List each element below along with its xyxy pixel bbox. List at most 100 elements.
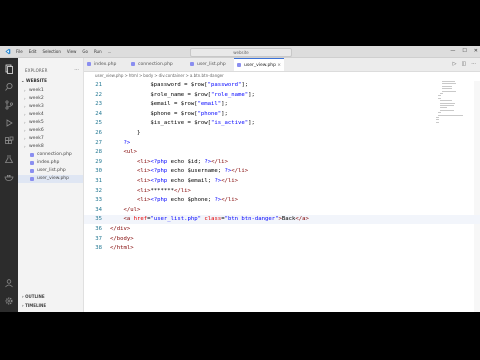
line-number: 37 bbox=[95, 235, 102, 242]
folder-item[interactable]: › week7 bbox=[18, 135, 83, 143]
code-text: <a href="user_list.php" class="btn btn-d… bbox=[123, 216, 309, 223]
code-text: $password = $row["password"]; bbox=[110, 82, 249, 88]
menu-item-6[interactable]: ... bbox=[108, 46, 112, 57]
more-actions-icon[interactable]: ··· bbox=[471, 58, 476, 71]
breadcrumb-item[interactable]: a.btn.btn-danger bbox=[190, 73, 224, 78]
line-number: 31 bbox=[95, 178, 102, 184]
maximize-icon[interactable]: ☐ bbox=[462, 46, 466, 57]
line-number: 29 bbox=[95, 158, 102, 165]
file-tree-label: week7 bbox=[29, 136, 44, 141]
manage-gear-icon[interactable] bbox=[4, 296, 14, 306]
line-number: 28 bbox=[95, 149, 102, 156]
file-item[interactable]: connection.php bbox=[18, 151, 83, 159]
chevron-right-icon: › bbox=[24, 120, 26, 125]
file-tree-label: index.php bbox=[37, 160, 60, 165]
line-number: 32 bbox=[95, 187, 102, 194]
file-tree-label: user_list.php bbox=[37, 168, 66, 173]
line-number: 26 bbox=[95, 130, 102, 136]
line-number: 34 bbox=[95, 206, 102, 213]
line-number: 27 bbox=[95, 139, 102, 146]
file-tree-label: week2 bbox=[29, 96, 44, 101]
breadcrumb-item[interactable]: user_view.php bbox=[95, 73, 123, 78]
tab-connection-php[interactable]: connection.php bbox=[128, 58, 187, 71]
tab-user-view-php[interactable]: user_view.php × bbox=[234, 58, 284, 71]
menu-item-4[interactable]: Go bbox=[82, 46, 88, 57]
line-number: 23 bbox=[95, 101, 102, 108]
menu-item-3[interactable]: View bbox=[67, 46, 77, 57]
folder-item[interactable]: › week5 bbox=[18, 119, 83, 127]
command-center-label: website bbox=[233, 50, 249, 55]
code-line: 28 <ul> bbox=[84, 148, 480, 157]
breadcrumb-item[interactable]: div.container bbox=[159, 73, 185, 78]
folder-item[interactable]: › week2 bbox=[18, 95, 83, 103]
code-editor[interactable]: 21 $password = $row["password"]; 22 $role… bbox=[84, 81, 480, 312]
code-line: 30 <li><?php echo $username; ?></li> bbox=[84, 167, 480, 176]
code-line: 24 $phone = $row["phone"]; bbox=[84, 110, 480, 119]
tab-label: connection.php bbox=[138, 62, 173, 67]
breadcrumb: user_view.php>html>body>div.container>a.… bbox=[84, 72, 480, 80]
php-file-icon bbox=[190, 62, 194, 66]
tab-label: user_list.php bbox=[197, 62, 226, 67]
code-line: 22 $role_name = $row["role_name"]; bbox=[84, 91, 480, 100]
file-tree-label: week3 bbox=[29, 104, 44, 109]
source-control-icon[interactable] bbox=[4, 100, 14, 110]
timeline-section-header[interactable]: › TIMELINE bbox=[22, 303, 46, 308]
close-icon[interactable]: ✕ bbox=[474, 46, 478, 57]
code-text: </html> bbox=[110, 245, 134, 252]
breadcrumb-separator: > bbox=[185, 73, 189, 78]
tab-user-list-php[interactable]: user_list.php bbox=[187, 58, 234, 71]
folder-item[interactable]: › week4 bbox=[18, 111, 83, 119]
search-icon[interactable] bbox=[4, 82, 14, 92]
menu-item-5[interactable]: Run bbox=[94, 46, 102, 57]
file-item[interactable]: user_list.php bbox=[18, 167, 83, 175]
php-file-icon bbox=[237, 63, 241, 67]
breadcrumb-separator: > bbox=[124, 73, 128, 78]
tab-index-php[interactable]: index.php bbox=[84, 58, 128, 71]
code-text: </div> bbox=[110, 226, 131, 232]
testing-icon[interactable] bbox=[4, 154, 14, 164]
menu-item-2[interactable]: Selection bbox=[42, 46, 60, 57]
breadcrumb-separator: > bbox=[138, 73, 143, 78]
code-text: $phone = $row["phone"]; bbox=[110, 110, 228, 117]
workspace-section-header[interactable]: ⌄ WEBSITE bbox=[21, 78, 47, 83]
php-file-icon bbox=[131, 62, 135, 66]
account-icon[interactable] bbox=[4, 278, 14, 288]
explorer-files-icon[interactable] bbox=[4, 64, 14, 74]
minimize-icon[interactable]: — bbox=[450, 46, 455, 57]
editor-actions: ▷ ◫ ··· bbox=[453, 58, 476, 71]
run-file-icon[interactable]: ▷ bbox=[453, 58, 457, 71]
extensions-icon[interactable] bbox=[4, 136, 14, 146]
code-text: ?> bbox=[123, 139, 131, 146]
breadcrumb-item[interactable]: body bbox=[143, 73, 153, 78]
code-line: 25 $is_active = $row["is_active"]; bbox=[84, 119, 480, 128]
vscode-window: File Edit Selection View Go Run... website — ☐… bbox=[0, 46, 480, 312]
chevron-down-icon: ⌄ bbox=[21, 78, 25, 83]
php-file-icon bbox=[30, 153, 34, 157]
folder-item[interactable]: › week3 bbox=[18, 103, 83, 111]
code-text: <li><?php echo $username; ?></li> bbox=[136, 168, 249, 175]
menu-item-1[interactable]: Edit bbox=[29, 46, 37, 57]
chevron-right-icon: › bbox=[22, 294, 24, 299]
file-item[interactable]: index.php bbox=[18, 159, 83, 167]
workspace-name: WEBSITE bbox=[25, 78, 47, 83]
breadcrumb-item[interactable]: html bbox=[129, 73, 138, 78]
chevron-right-icon: › bbox=[24, 136, 26, 141]
chevron-right-icon: › bbox=[24, 96, 26, 101]
file-item[interactable]: user_view.php bbox=[18, 175, 83, 183]
line-number: 33 bbox=[95, 197, 102, 204]
folder-item[interactable]: › week8 bbox=[18, 143, 83, 151]
menu-item-0[interactable]: File bbox=[16, 46, 23, 57]
line-number: 36 bbox=[95, 226, 102, 232]
close-tab-icon[interactable]: × bbox=[277, 59, 281, 72]
line-number: 30 bbox=[95, 168, 102, 175]
title-bar: File Edit Selection View Go Run... website — ☐… bbox=[0, 46, 480, 58]
docker-icon[interactable] bbox=[4, 172, 14, 182]
more-actions-icon[interactable]: ··· bbox=[74, 67, 79, 73]
run-debug-icon[interactable] bbox=[4, 118, 14, 128]
folder-item[interactable]: › week1 bbox=[18, 87, 83, 95]
folder-item[interactable]: › week6 bbox=[18, 127, 83, 135]
outline-section-header[interactable]: › OUTLINE bbox=[22, 294, 45, 299]
command-center-search[interactable]: website bbox=[190, 48, 292, 57]
code-line: 33 <li><?php echo $phone; ?></li> bbox=[84, 196, 480, 205]
split-editor-icon[interactable]: ◫ bbox=[461, 58, 466, 71]
